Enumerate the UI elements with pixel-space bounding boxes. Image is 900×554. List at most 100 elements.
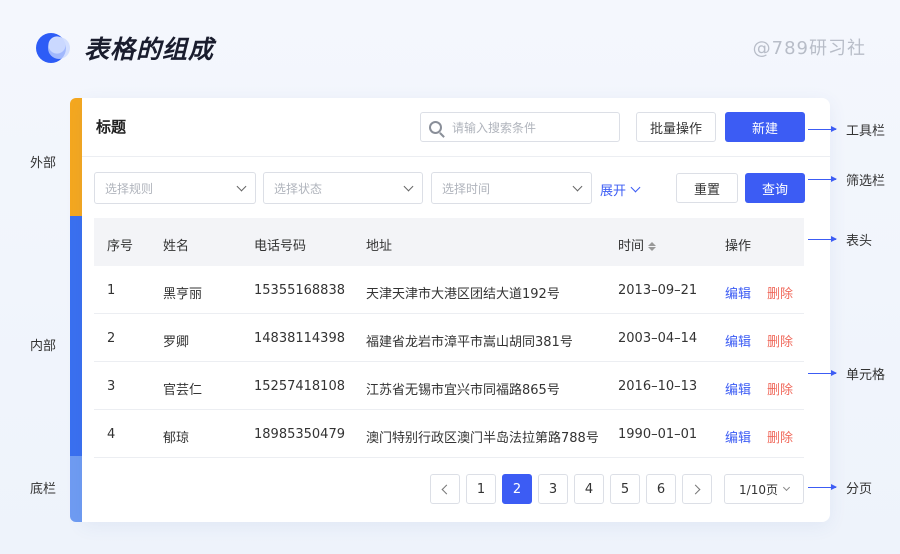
label-inner: 内部: [30, 339, 57, 354]
table-row: 2 罗卿 14838114398 福建省龙岩市漳平市嵩山胡同381号 2003–…: [94, 314, 804, 362]
annotation-toolbar: 工具栏: [808, 120, 885, 139]
inner-strip: [70, 216, 82, 456]
status-select[interactable]: 选择状态: [263, 172, 423, 204]
cell-time: 2016–10–13: [618, 379, 698, 394]
reset-button[interactable]: 重置: [676, 173, 738, 203]
annotation-pagination-label: 分页: [846, 482, 873, 497]
cell-phone: 18985350479: [254, 427, 345, 442]
delete-link[interactable]: 删除: [767, 331, 793, 350]
time-select[interactable]: 选择时间: [431, 172, 592, 204]
cell-name: 郁琼: [163, 431, 190, 446]
query-button[interactable]: 查询: [745, 173, 805, 203]
chevron-down-icon: [403, 181, 414, 191]
th-address: 地址: [366, 239, 393, 254]
annotation-pagination: 分页: [808, 478, 872, 497]
table-row: 1 黑亨丽 15355168838 天津天津市大港区团结大道192号 2013–…: [94, 266, 804, 314]
edit-link[interactable]: 编辑: [725, 379, 751, 398]
page-button-current[interactable]: 2: [502, 474, 532, 504]
cell-phone: 14838114398: [254, 331, 345, 346]
chevron-down-icon: [630, 182, 641, 193]
arrow-icon: [808, 370, 837, 376]
expand-toggle[interactable]: 展开: [600, 180, 641, 199]
th-time-label: 时间: [618, 239, 645, 254]
table-row: 3 官芸仁 15257418108 江苏省无锡市宜兴市同福路865号 2016–…: [94, 362, 804, 410]
time-select-placeholder: 选择时间: [442, 181, 491, 196]
table-header: 序号 姓名 电话号码 地址 时间 操作: [94, 218, 804, 266]
cell-index: 3: [107, 379, 116, 394]
th-name: 姓名: [163, 239, 190, 254]
batch-button[interactable]: 批量操作: [636, 112, 716, 142]
cell-time: 2003–04–14: [618, 331, 698, 346]
new-button[interactable]: 新建: [725, 112, 805, 142]
chevron-left-icon: [441, 484, 452, 494]
page-button[interactable]: 1: [466, 474, 496, 504]
annotation-filter-label: 筛选栏: [846, 174, 886, 189]
cell-address: 澳门特别行政区澳门半岛法拉第路788号: [366, 431, 599, 446]
sort-icon[interactable]: [648, 242, 656, 251]
cell-time: 1990–01–01: [618, 427, 698, 442]
delete-link[interactable]: 删除: [767, 283, 793, 302]
edit-link[interactable]: 编辑: [725, 427, 751, 446]
chevron-down-icon: [236, 181, 247, 191]
cell-phone: 15355168838: [254, 283, 345, 298]
annotation-filter: 筛选栏: [808, 170, 885, 189]
page-title: 表格的组成: [84, 35, 215, 64]
cell-phone: 15257418108: [254, 379, 345, 394]
cell-index: 4: [107, 427, 116, 442]
outer-strip: [70, 98, 82, 216]
prev-page-button[interactable]: [430, 474, 460, 504]
th-time[interactable]: 时间: [618, 235, 656, 254]
page-size-label: 1/10页: [739, 482, 778, 497]
annotation-toolbar-label: 工具栏: [846, 124, 886, 139]
divider: [82, 156, 830, 157]
th-index: 序号: [107, 239, 134, 254]
card-title: 标题: [96, 118, 127, 136]
cell-address: 天津天津市大港区团结大道192号: [366, 287, 560, 302]
header: 表格的组成: [36, 28, 214, 68]
arrow-icon: [808, 176, 837, 182]
delete-link[interactable]: 删除: [767, 379, 793, 398]
edit-link[interactable]: 编辑: [725, 283, 751, 302]
cell-name: 黑亨丽: [163, 287, 203, 302]
delete-link[interactable]: 删除: [767, 427, 793, 446]
th-phone: 电话号码: [254, 239, 307, 254]
cell-time: 2013–09–21: [618, 283, 698, 298]
expand-label: 展开: [600, 184, 627, 199]
search-input[interactable]: 请输入搜索条件: [420, 112, 620, 142]
label-outer: 外部: [30, 156, 57, 171]
next-page-button[interactable]: [682, 474, 712, 504]
th-actions: 操作: [725, 239, 752, 254]
cell-index: 1: [107, 283, 116, 298]
search-icon: [429, 120, 442, 134]
watermark: @789研习社: [752, 38, 866, 59]
page-button[interactable]: 6: [646, 474, 676, 504]
cell-name: 罗卿: [163, 335, 190, 350]
annotation-header-label: 表头: [846, 234, 873, 249]
logo-icon: [36, 33, 70, 63]
annotation-cell: 单元格: [808, 364, 885, 383]
status-select-placeholder: 选择状态: [274, 181, 323, 196]
page-button[interactable]: 5: [610, 474, 640, 504]
cell-address: 江苏省无锡市宜兴市同福路865号: [366, 383, 560, 398]
arrow-icon: [808, 484, 837, 490]
annotation-cell-label: 单元格: [846, 368, 886, 383]
table-row: 4 郁琼 18985350479 澳门特别行政区澳门半岛法拉第路788号 199…: [94, 410, 804, 458]
annotation-header: 表头: [808, 230, 872, 249]
cell-index: 2: [107, 331, 116, 346]
page-button[interactable]: 4: [574, 474, 604, 504]
bottom-strip: [70, 456, 82, 522]
cell-address: 福建省龙岩市漳平市嵩山胡同381号: [366, 335, 573, 350]
arrow-icon: [808, 236, 837, 242]
rule-select[interactable]: 选择规则: [94, 172, 256, 204]
rule-select-placeholder: 选择规则: [105, 181, 154, 196]
page-size-select[interactable]: 1/10页: [724, 474, 804, 504]
search-placeholder: 请输入搜索条件: [452, 120, 537, 135]
chevron-down-icon: [572, 181, 583, 191]
page-button[interactable]: 3: [538, 474, 568, 504]
label-bottom: 底栏: [30, 482, 57, 497]
chevron-right-icon: [690, 484, 701, 494]
edit-link[interactable]: 编辑: [725, 331, 751, 350]
cell-name: 官芸仁: [163, 383, 203, 398]
table-card: 标题 请输入搜索条件 批量操作 新建 选择规则 选择状态 选择时间 展开 重置 …: [82, 98, 830, 522]
arrow-icon: [808, 126, 837, 132]
